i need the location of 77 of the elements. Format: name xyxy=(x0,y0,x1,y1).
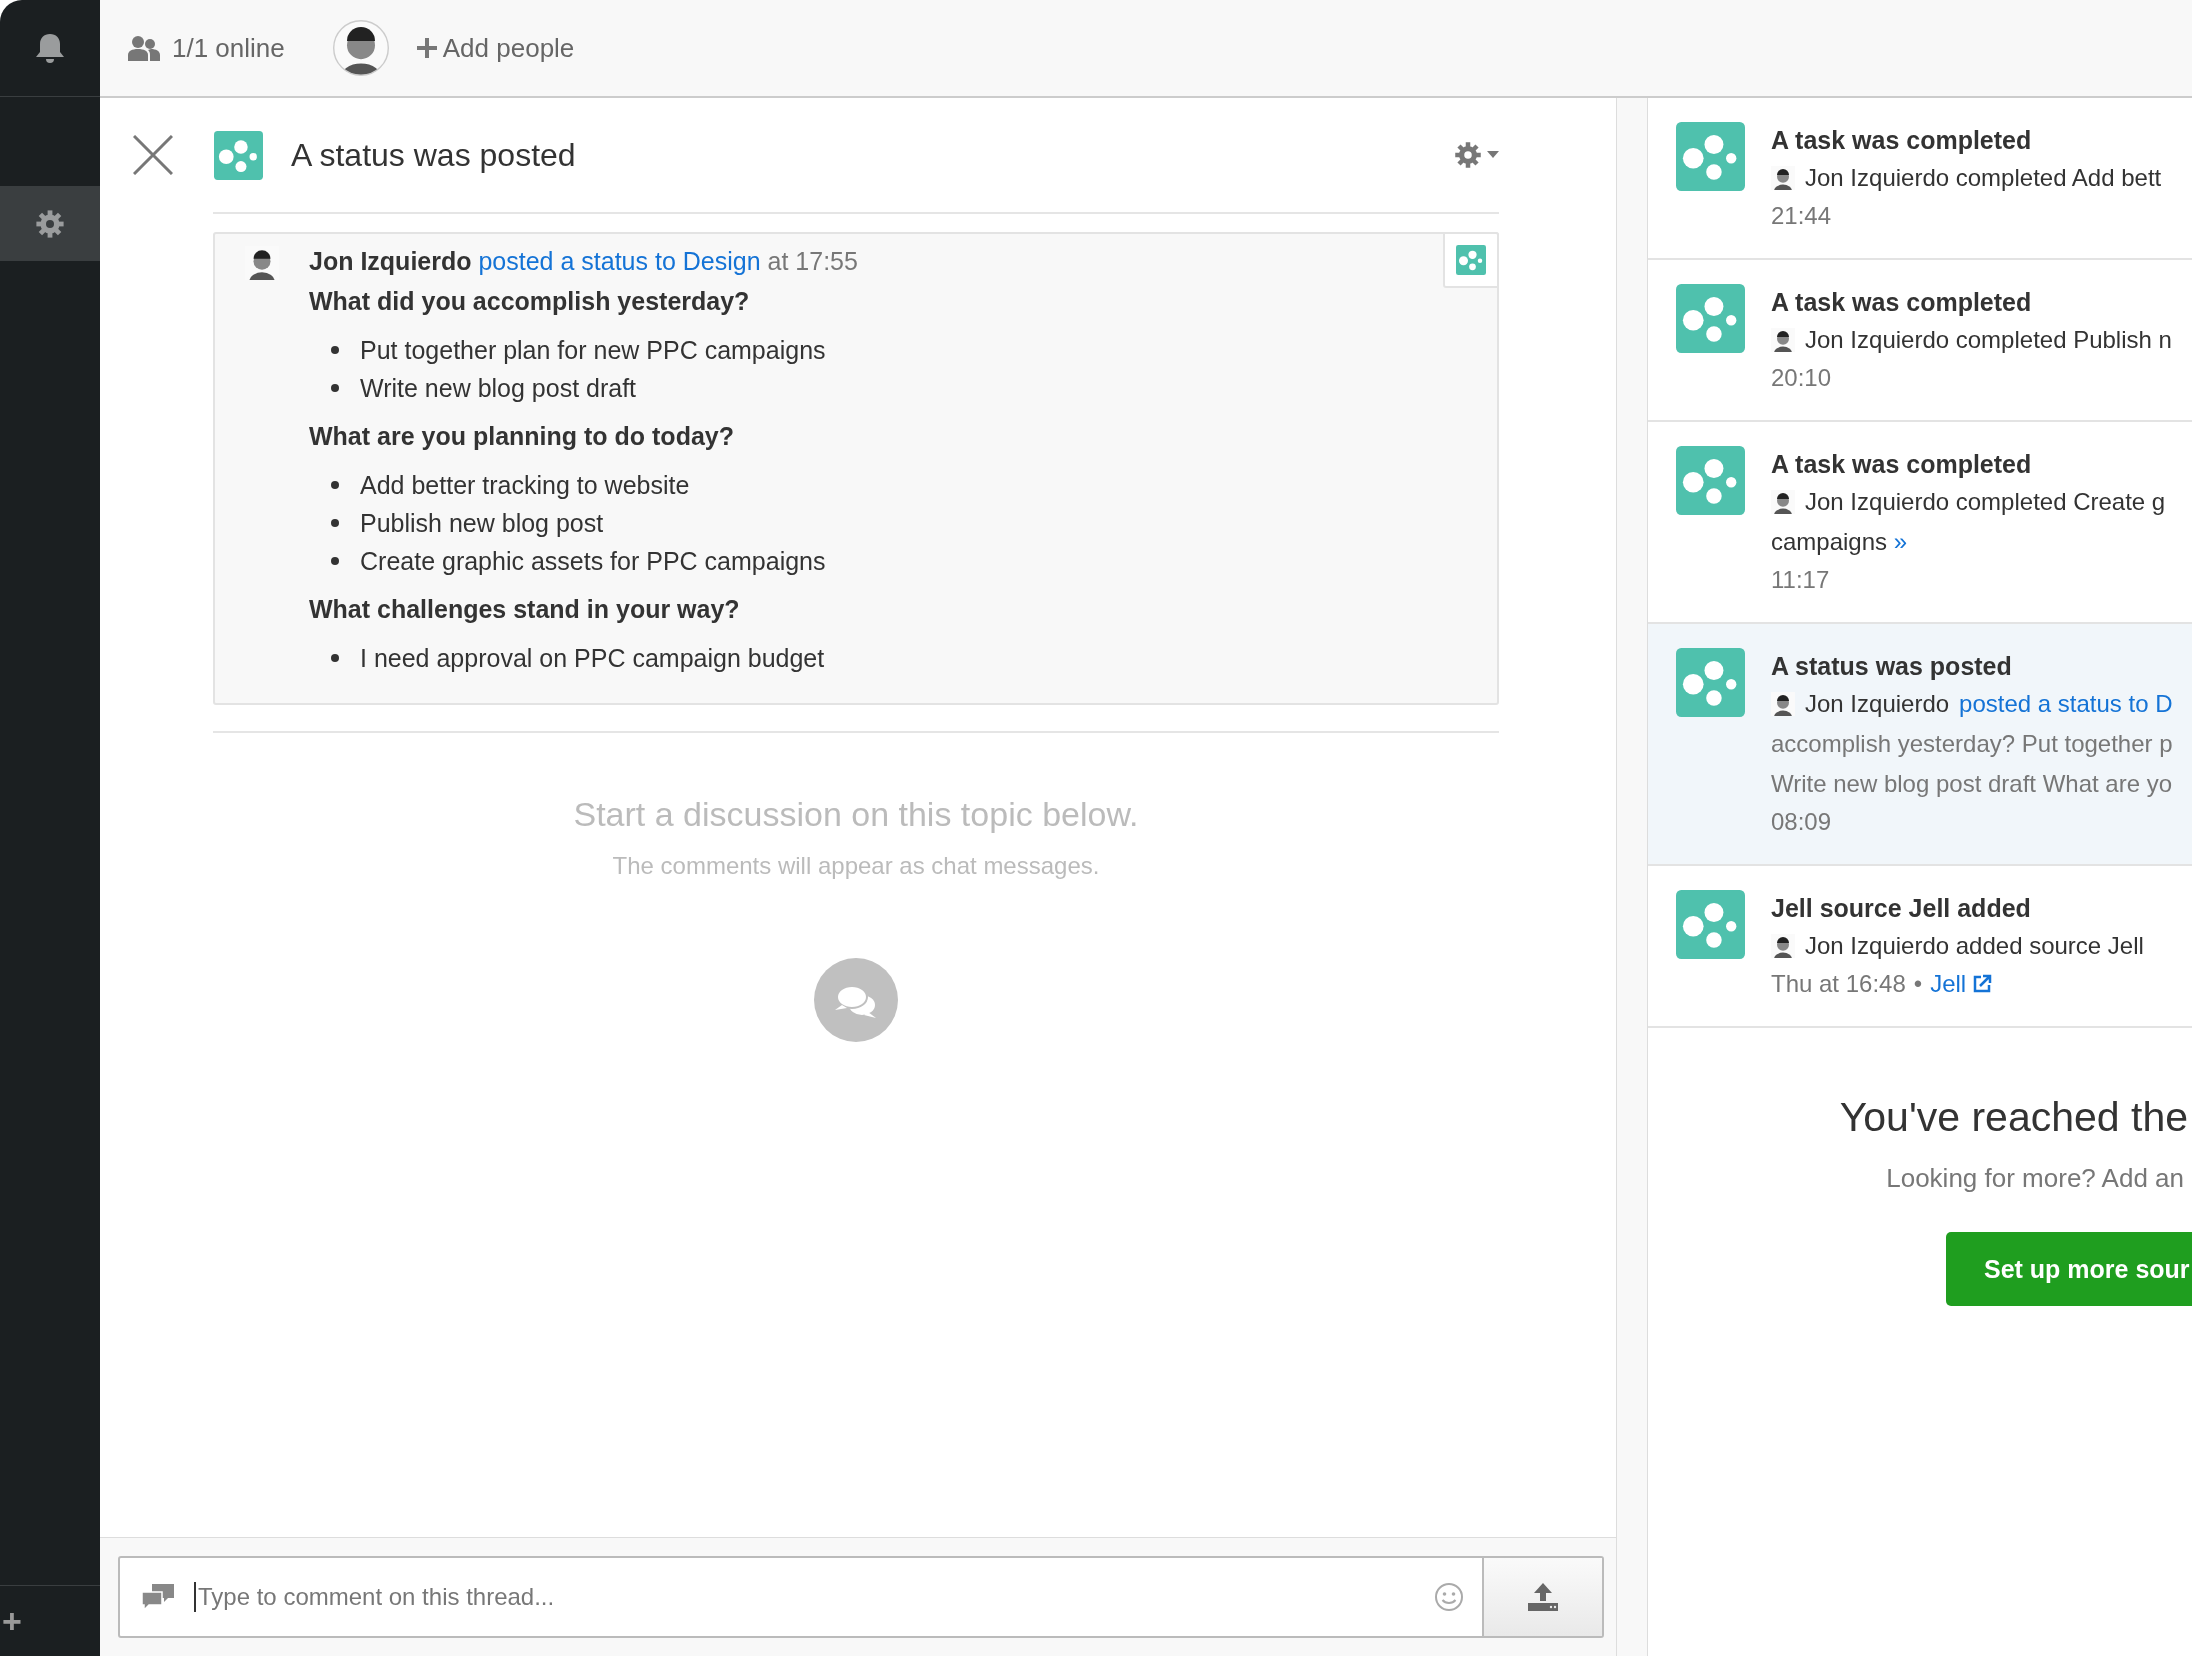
app-logo-icon xyxy=(1676,446,1745,515)
answer: Create graphic assets for PPC campaigns xyxy=(360,545,826,576)
activity-text: Jon Izquierdo completed Add bett xyxy=(1805,163,2162,193)
settings-icon xyxy=(1453,140,1483,170)
settings-menu-button[interactable] xyxy=(1453,140,1499,170)
close-button[interactable] xyxy=(133,135,173,175)
close-icon xyxy=(133,135,173,175)
empty-note: The comments will appear as chat messages. xyxy=(611,852,1101,880)
activity-text: Jon Izquierdo completed Publish n xyxy=(1805,325,2172,355)
bullet-icon xyxy=(331,556,339,565)
activity-title: A task was completed xyxy=(1771,125,2033,156)
answer: Put together plan for new PPC campaigns xyxy=(360,334,826,365)
bullet-icon xyxy=(331,383,339,392)
bullet-icon xyxy=(331,345,339,354)
add-button[interactable]: + xyxy=(0,1604,22,1638)
bullet-icon xyxy=(331,518,339,527)
activity-text: accomplish yesterday? Put together p xyxy=(1771,730,2173,757)
app-logo-icon xyxy=(1676,284,1745,353)
timestamp: Thu at 16:48 xyxy=(1771,969,1906,999)
activity-title: A status was posted xyxy=(1771,651,2013,682)
avatar xyxy=(1771,328,1795,352)
add-people-button[interactable]: Add people xyxy=(416,32,575,64)
bullet-icon xyxy=(331,653,339,662)
avatar xyxy=(1771,934,1795,958)
app-logo-icon xyxy=(1676,648,1745,717)
comment-field[interactable]: Type to comment on this thread... xyxy=(118,1556,1604,1638)
answer: Publish new blog post xyxy=(360,507,604,538)
answer: I need approval on PPC campaign budget xyxy=(360,642,825,673)
more-link[interactable]: » xyxy=(1893,528,1908,555)
app-logo-icon xyxy=(1676,122,1745,191)
plus-icon xyxy=(416,38,437,58)
setup-sources-button[interactable]: Set up more sour xyxy=(1946,1232,2192,1306)
timestamp: 11:17 xyxy=(1771,565,1830,595)
activity-title: A task was completed xyxy=(1771,449,2033,480)
question: What did you accomplish yesterday? xyxy=(309,286,751,316)
timestamp: 21:44 xyxy=(1771,201,1832,231)
caret-icon xyxy=(1487,151,1499,159)
app-logo-icon xyxy=(1676,890,1745,959)
users-icon xyxy=(128,35,160,61)
bullet-icon xyxy=(331,480,339,489)
upload-icon xyxy=(1528,1583,1558,1611)
status-link[interactable]: posted a status to D xyxy=(1959,684,2173,724)
external-link-icon xyxy=(1972,974,1993,994)
avatar xyxy=(1771,490,1795,514)
app-logo-icon xyxy=(214,130,263,180)
avatar xyxy=(1771,166,1795,190)
avatar xyxy=(1771,692,1795,716)
activity-text: Jon Izquierdo completed Create g xyxy=(1805,487,2166,517)
source-link[interactable]: Jell xyxy=(1930,966,1993,1002)
upload-button[interactable] xyxy=(1482,1558,1602,1636)
avatar xyxy=(332,20,389,76)
answer: Add better tracking to website xyxy=(360,469,690,500)
settings-icon xyxy=(34,207,66,240)
post-link[interactable]: posted a status to Design xyxy=(478,247,761,275)
separator: • xyxy=(1913,969,1923,999)
activity-title: Jell source Jell added xyxy=(1771,893,2032,924)
empty-heading: Start a discussion on this topic below. xyxy=(572,795,1140,834)
activity-text: Jon Izquierdo xyxy=(1805,689,1950,719)
activity-text: campaigns xyxy=(1771,528,1888,555)
timestamp: 08:09 xyxy=(1771,807,1832,837)
activity-item[interactable]: A status was posted Jon Izquierdo posted a status to D accomplish yesterday? Put together p Write new blog post draft What are yo 08:09 xyxy=(1648,624,2192,866)
panel-title: A status was posted xyxy=(291,136,577,174)
question: What are you planning to do today? xyxy=(309,421,735,451)
source-icon xyxy=(1456,245,1486,275)
answer: Write new blog post draft xyxy=(360,372,637,403)
bell-icon xyxy=(35,32,65,64)
timestamp: 20:10 xyxy=(1771,363,1832,393)
question: What challenges stand in your way? xyxy=(309,594,741,624)
activity-text: Jon Izquierdo added source Jell xyxy=(1805,931,2144,961)
emoji-icon xyxy=(1434,1582,1464,1612)
online-count: 1/1 online xyxy=(172,32,285,64)
end-note: Looking for more? Add an xyxy=(1885,1163,2184,1194)
chat-icon xyxy=(814,958,898,1042)
activity-title: A task was completed xyxy=(1771,287,2033,318)
settings-button[interactable] xyxy=(0,186,100,261)
activity-text: Write new blog post draft What are yo xyxy=(1771,770,2173,797)
end-heading: You've reached the xyxy=(1838,1094,2188,1141)
